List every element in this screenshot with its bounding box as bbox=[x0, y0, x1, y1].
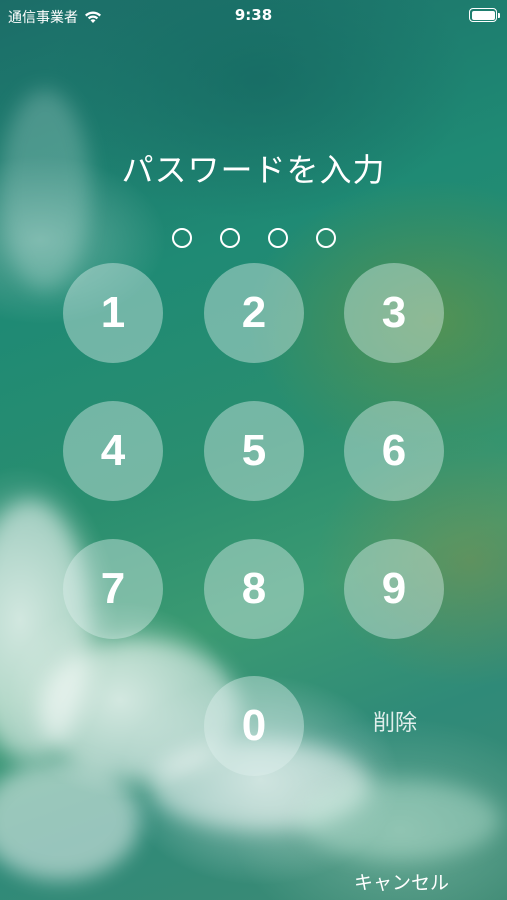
passcode-dot bbox=[267, 228, 288, 248]
battery-icon bbox=[469, 8, 500, 22]
key-7[interactable]: 7 bbox=[63, 539, 163, 639]
key-9[interactable]: 9 bbox=[344, 539, 444, 639]
key-4[interactable]: 4 bbox=[63, 401, 163, 501]
delete-button[interactable]: 削除 bbox=[345, 705, 445, 737]
passcode-dot bbox=[171, 228, 192, 248]
passcode-dots bbox=[0, 228, 507, 248]
key-0[interactable]: 0 bbox=[204, 676, 304, 776]
key-1[interactable]: 1 bbox=[63, 263, 163, 363]
status-bar: 通信事業者 9:38 bbox=[0, 0, 507, 30]
key-3[interactable]: 3 bbox=[344, 263, 444, 363]
key-6[interactable]: 6 bbox=[344, 401, 444, 501]
key-5[interactable]: 5 bbox=[204, 401, 304, 501]
key-2[interactable]: 2 bbox=[204, 263, 304, 363]
passcode-dot bbox=[315, 228, 336, 248]
clock: 9:38 bbox=[234, 6, 273, 24]
page-title: パスワードを入力 bbox=[121, 151, 386, 189]
passcode-dot bbox=[219, 228, 240, 248]
key-8[interactable]: 8 bbox=[204, 539, 304, 639]
cancel-button[interactable]: キャンセル bbox=[354, 868, 449, 895]
